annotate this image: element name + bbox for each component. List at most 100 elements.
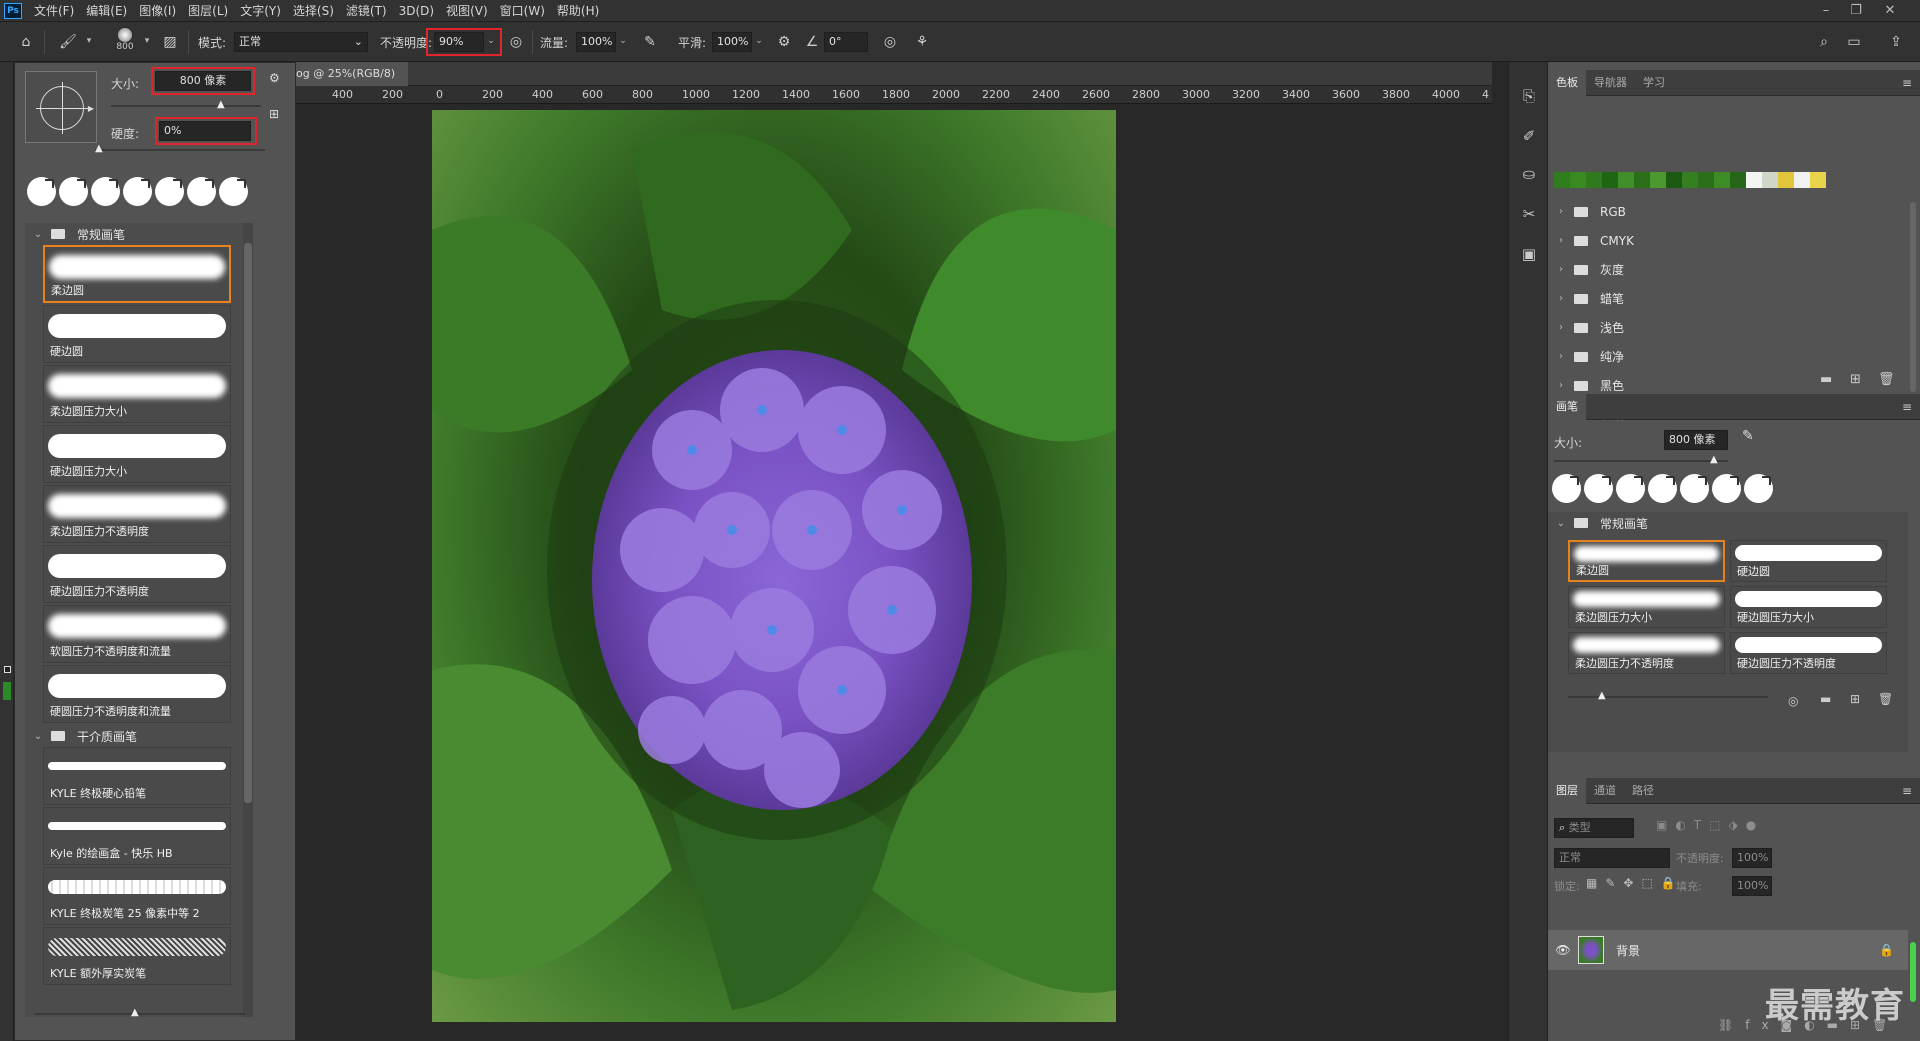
layer-opacity-input[interactable]: 100% xyxy=(1732,848,1772,868)
rp-size-slider-thumb[interactable]: ▲ xyxy=(1710,454,1718,465)
rp-brush-hard-round-pressure-size[interactable]: 硬边圆压力大小 xyxy=(1730,586,1887,628)
color-swatch[interactable] xyxy=(1810,172,1826,188)
menu-type[interactable]: 文字(Y) xyxy=(234,0,287,22)
blend-mode-select[interactable]: 正常 xyxy=(1554,848,1670,868)
color-swatch[interactable] xyxy=(1778,172,1794,188)
rp-brush-soft-round[interactable]: 柔边圆 xyxy=(1568,540,1725,582)
menu-3d[interactable]: 3D(D) xyxy=(393,0,440,22)
color-swatch[interactable] xyxy=(1714,172,1730,188)
brush-hard-round-pressure-opacity[interactable]: 硬边圆压力不透明度 xyxy=(43,545,231,603)
lock-icon[interactable]: 🔒 xyxy=(1879,943,1894,957)
tab-swatches[interactable]: 色板 xyxy=(1548,69,1586,96)
preview-slider-thumb[interactable]: ▲ xyxy=(131,1007,139,1018)
tab-learn[interactable]: 学习 xyxy=(1635,70,1673,96)
hardness-slider[interactable]: ▲ xyxy=(95,143,265,154)
layers-scrollbar[interactable] xyxy=(1910,942,1916,1002)
preview-size-slider[interactable]: ▲ xyxy=(35,1007,245,1018)
fill-input[interactable]: 100% xyxy=(1732,876,1772,896)
brush-kyle-thick-charcoal[interactable]: KYLE 额外厚实炭笔 xyxy=(43,927,231,985)
rp-brush-group-general[interactable]: ⌄ 常规画笔 xyxy=(1548,512,1908,534)
brush-tool-icon[interactable]: 🖌 xyxy=(56,30,80,54)
gear-icon[interactable]: ⚙ xyxy=(772,30,796,54)
brush-tip-icon[interactable] xyxy=(1680,474,1709,503)
home-icon[interactable]: ⌂ xyxy=(14,30,38,54)
visibility-toggle-icon[interactable]: ◎ xyxy=(1788,694,1798,708)
color-swatch[interactable] xyxy=(1794,172,1810,188)
tab-brushes[interactable]: 画笔 xyxy=(1548,393,1586,420)
color-swatch[interactable] xyxy=(1682,172,1698,188)
tool-presets-icon[interactable]: ✂ xyxy=(1517,202,1541,226)
brush-tip-icon[interactable] xyxy=(187,177,216,206)
brush-tip-icon[interactable] xyxy=(1744,474,1773,503)
color-swatch[interactable] xyxy=(1730,172,1746,188)
layer-row-background[interactable]: 👁 背景 🔒 xyxy=(1548,930,1908,970)
menu-image[interactable]: 图像(I) xyxy=(133,0,182,22)
brush-settings-panel-icon[interactable]: ▨ xyxy=(158,30,182,54)
properties-icon[interactable]: ▣ xyxy=(1517,242,1541,266)
brush-tip-icon[interactable] xyxy=(91,177,120,206)
swatch-folder-gray[interactable]: › 灰度 xyxy=(1548,255,1898,284)
hardness-slider-thumb[interactable]: ▲ xyxy=(95,143,103,154)
brush-soft-round-pressure-opacity[interactable]: 柔边圆压力不透明度 xyxy=(43,485,231,543)
brush-tip-icon[interactable] xyxy=(219,177,248,206)
smoothing-dropdown[interactable]: ⌄ xyxy=(752,36,766,46)
brush-group-dry-media[interactable]: ⌄ 干介质画笔 xyxy=(25,725,253,747)
brush-tip-icon[interactable] xyxy=(1584,474,1613,503)
rp-brush-hard-round-pressure-opacity[interactable]: 硬边圆压力不透明度 xyxy=(1730,632,1887,674)
search-icon[interactable]: ⌕ xyxy=(1812,30,1836,54)
color-swatch[interactable] xyxy=(1762,172,1778,188)
brush-tip-icon[interactable] xyxy=(123,177,152,206)
flow-dropdown[interactable]: ⌄ xyxy=(616,36,630,46)
brush-soft-round-pressure-size[interactable]: 柔边圆压力大小 xyxy=(43,365,231,423)
new-group-icon[interactable]: ▬ xyxy=(1820,372,1832,387)
size-slider-thumb[interactable]: ▲ xyxy=(217,99,225,110)
panel-menu-icon[interactable]: ≡ xyxy=(1902,70,1912,96)
symmetry-icon[interactable]: ⚘ xyxy=(910,30,934,54)
lock-icons[interactable]: ▦✎✥⬚🔒 xyxy=(1586,876,1684,890)
tool-preset-dropdown[interactable]: ▾ xyxy=(82,36,96,46)
foreground-color-swatch[interactable] xyxy=(4,666,11,673)
mode-select[interactable]: 正常 ⌄ xyxy=(234,32,368,52)
brush-tip-icon[interactable] xyxy=(1712,474,1741,503)
canvas-area[interactable] xyxy=(296,104,1492,1041)
restore-icon[interactable]: ❐ xyxy=(1842,0,1870,22)
color-swatch[interactable] xyxy=(1554,172,1570,188)
new-group-icon[interactable]: ▬ xyxy=(1820,692,1831,706)
tab-layers[interactable]: 图层 xyxy=(1548,777,1586,804)
workspace-icon[interactable]: ▭ xyxy=(1842,30,1866,54)
brush-tip-icon[interactable] xyxy=(59,177,88,206)
brush-tip-icon[interactable] xyxy=(27,177,56,206)
close-icon[interactable]: ✕ xyxy=(1876,0,1904,22)
clone-source-icon[interactable]: ⛀ xyxy=(1517,162,1541,186)
layer-filter-select[interactable]: ⌕ 类型 xyxy=(1554,818,1634,838)
panel-menu-icon[interactable]: ≡ xyxy=(1902,778,1912,804)
color-swatch[interactable] xyxy=(1634,172,1650,188)
smoothing-input[interactable]: 100% xyxy=(712,32,752,52)
airbrush-icon[interactable]: ✎ xyxy=(638,30,662,54)
brush-kyle-charcoal[interactable]: KYLE 终极炭笔 25 像素中等 2 xyxy=(43,867,231,925)
rp-preview-slider-thumb[interactable]: ▲ xyxy=(1598,690,1606,701)
brush-settings-icon[interactable]: ✎ xyxy=(1742,428,1754,444)
brush-preset-picker[interactable]: 800 xyxy=(110,26,140,60)
document-tab[interactable]: og @ 25%(RGB/8) × xyxy=(296,62,408,104)
color-swatch[interactable] xyxy=(1666,172,1682,188)
brush-tip-icon[interactable] xyxy=(1552,474,1581,503)
menu-select[interactable]: 选择(S) xyxy=(287,0,340,22)
new-brush-icon[interactable]: ⊞ xyxy=(1850,692,1860,706)
pressure-opacity-icon[interactable]: ◎ xyxy=(504,30,528,54)
swatches-scrollbar[interactable] xyxy=(1910,202,1916,392)
brush-group-general[interactable]: ⌄ 常规画笔 xyxy=(25,223,253,245)
color-swatch[interactable] xyxy=(1570,172,1586,188)
brush-angle-preview[interactable]: ▶ xyxy=(25,71,97,143)
size-slider[interactable]: ▲ xyxy=(111,99,261,110)
menu-layer[interactable]: 图层(L) xyxy=(182,0,234,22)
brush-hard-round-pressure-opacity-flow[interactable]: 硬圆压力不透明度和流量 xyxy=(43,665,231,723)
eye-icon[interactable]: 👁 xyxy=(1548,943,1578,957)
color-swatch[interactable] xyxy=(1698,172,1714,188)
rp-size-input[interactable]: 800 像素 xyxy=(1664,430,1728,450)
swatch-folder-pure[interactable]: › 纯净 xyxy=(1548,342,1898,371)
brush-list-scrollbar[interactable] xyxy=(243,223,253,1017)
trash-icon[interactable]: 🗑 xyxy=(1878,372,1895,387)
rp-preview-slider[interactable]: ▲ xyxy=(1568,690,1768,701)
minimize-icon[interactable]: – xyxy=(1812,0,1840,22)
